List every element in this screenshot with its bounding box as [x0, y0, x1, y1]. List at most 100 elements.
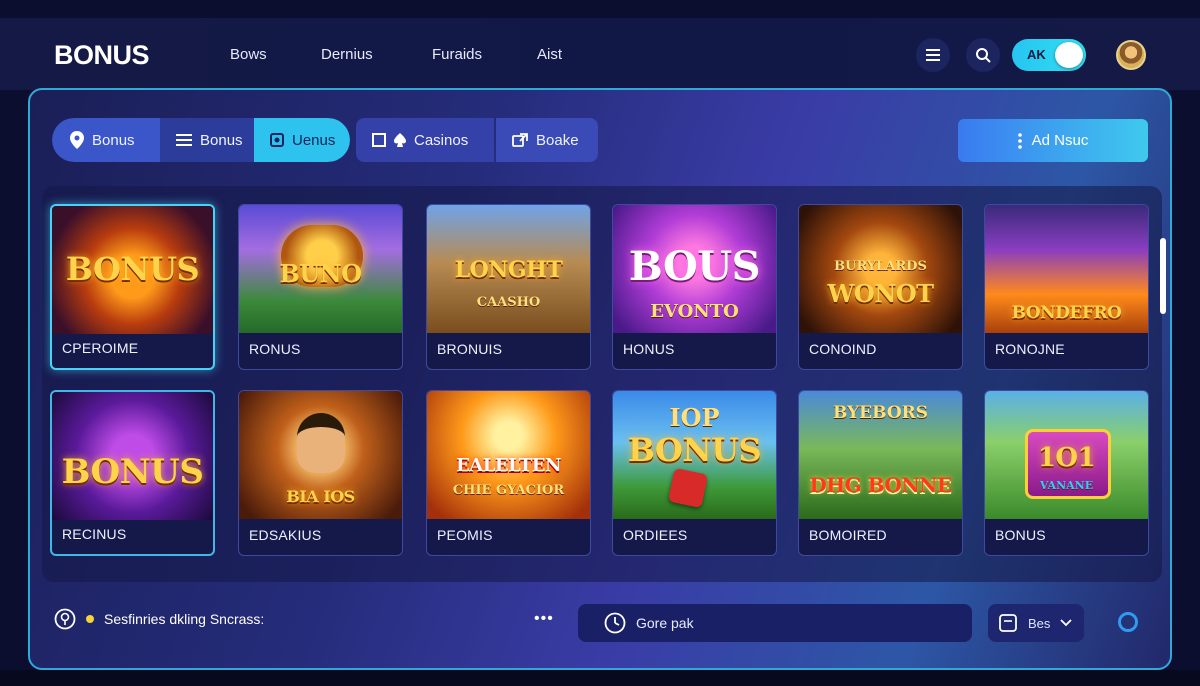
- location-pin-icon: [70, 131, 84, 149]
- status-ring-icon[interactable]: [1118, 612, 1138, 632]
- game-thumbnail-title: BIA IOS: [286, 487, 355, 506]
- external-link-icon: [512, 133, 528, 147]
- filter-pill-label: Bonus: [92, 131, 135, 149]
- filter-pill-label: Casinos: [414, 131, 469, 149]
- game-thumbnail: BONUS: [52, 392, 213, 520]
- game-card-label: RECINUS: [62, 526, 127, 542]
- game-thumbnail-title: BOUS: [628, 243, 761, 290]
- document-icon: [999, 614, 1017, 632]
- nav-link-aist[interactable]: Aist: [537, 46, 562, 63]
- game-thumbnail-title: BONUS: [627, 431, 762, 469]
- game-thumbnail-subtitle: VANANE: [1039, 479, 1094, 492]
- game-card-label: BRONUIS: [437, 341, 503, 357]
- game-card[interactable]: BONUS RECINUS: [50, 390, 215, 556]
- game-thumbnail: 1O1 VANANE: [985, 391, 1148, 519]
- game-card-label: BONUS: [995, 527, 1046, 543]
- game-thumbnail: EALELTEN CHIE GYACIOR: [427, 391, 590, 519]
- game-thumbnail: BIA IOS: [239, 391, 402, 519]
- game-card-label: CONOIND: [809, 341, 877, 357]
- chevron-down-icon: [1060, 619, 1073, 627]
- clock-icon: [604, 612, 626, 634]
- game-card[interactable]: BOUS EVONTO HONUS: [612, 204, 777, 370]
- nav-link-bows[interactable]: Bows: [230, 46, 267, 63]
- game-thumbnail-title: WONOT: [827, 279, 934, 308]
- game-thumbnail: BOUS EVONTO: [613, 205, 776, 333]
- filter-pill-boake[interactable]: Boake: [496, 118, 598, 162]
- status-bar: Sesfinries dkling Sncrass:: [54, 608, 264, 630]
- nav-link-dernius[interactable]: Dernius: [321, 46, 373, 63]
- filter-group-secondary: Casinos Boake: [356, 118, 598, 162]
- game-thumbnail: BONUS: [52, 206, 213, 334]
- game-card[interactable]: BYEBORS DHG BONNE BOMOIRED: [798, 390, 963, 556]
- character-portrait-shape: [297, 413, 345, 473]
- toggle-label: AK: [1027, 47, 1046, 62]
- game-card-label: CPEROIME: [62, 340, 139, 356]
- game-card-label: PEOMIS: [437, 527, 493, 543]
- game-card[interactable]: BIA IOS EDSAKIUS: [238, 390, 403, 556]
- image-icon: [270, 133, 284, 147]
- scrollbar-thumb[interactable]: [1160, 238, 1166, 314]
- checkbox-icon: [372, 133, 386, 147]
- filter-pill-casinos[interactable]: Casinos: [356, 118, 494, 162]
- filter-pill-label: Bonus: [200, 131, 243, 149]
- nav-link-furaids[interactable]: Furaids: [432, 46, 482, 63]
- game-thumbnail-subtitle: CHIE GYACIOR: [452, 483, 565, 498]
- game-thumbnail: LONGHT CAASHO: [427, 205, 590, 333]
- avatar[interactable]: [1116, 40, 1146, 70]
- game-thumbnail-subtitle: BYEBORS: [832, 403, 929, 423]
- game-card[interactable]: BONUS CPEROIME: [50, 204, 215, 370]
- filter-pill-label: Uenus: [292, 131, 336, 149]
- game-thumbnail-title: BUNO: [279, 259, 362, 288]
- filter-pill-bonus-location[interactable]: Bonus: [52, 118, 160, 162]
- game-thumbnail: BURYLARDS WONOT: [799, 205, 962, 333]
- game-thumbnail: BONDEFRO: [985, 205, 1148, 333]
- game-card-label: RONOJNE: [995, 341, 1065, 357]
- game-card[interactable]: EALELTEN CHIE GYACIOR PEOMIS: [426, 390, 591, 556]
- top-navigation-bar: BONUS Bows Dernius Furaids Aist AK: [0, 18, 1200, 90]
- menu-icon: [926, 49, 940, 61]
- sort-select[interactable]: Bes: [988, 604, 1084, 642]
- search-button[interactable]: [966, 38, 1000, 72]
- game-thumbnail-title: EALELTEN: [456, 455, 561, 476]
- game-card[interactable]: LONGHT CAASHO BRONUIS: [426, 204, 591, 370]
- main-panel: Bonus Bonus Uenus Casinos Boake Ad Nsuc …: [28, 88, 1172, 670]
- game-card[interactable]: 1O1 VANANE BONUS: [984, 390, 1149, 556]
- dice-shape: [667, 467, 709, 509]
- game-thumbnail-title: BONUS: [61, 452, 204, 492]
- pagination-dots[interactable]: •••: [534, 610, 554, 628]
- game-card[interactable]: BURYLARDS WONOT CONOIND: [798, 204, 963, 370]
- spade-icon: [394, 133, 406, 147]
- game-thumbnail: BYEBORS DHG BONNE: [799, 391, 962, 519]
- game-card-label: RONUS: [249, 341, 301, 357]
- filter-pill-uenus[interactable]: Uenus: [254, 118, 350, 162]
- filter-pill-label: Boake: [536, 131, 579, 149]
- search-input[interactable]: Gore pak: [578, 604, 972, 642]
- add-news-button[interactable]: Ad Nsuc: [958, 119, 1148, 162]
- filter-group-primary: Bonus Bonus Uenus: [52, 118, 350, 162]
- toggle-knob: [1055, 42, 1083, 68]
- game-card-label: HONUS: [623, 341, 675, 357]
- game-thumbnail-title: BONUS: [65, 250, 200, 288]
- filter-pill-bonus-list[interactable]: Bonus: [160, 118, 254, 162]
- game-thumbnail-subtitle: EVONTO: [650, 301, 739, 322]
- game-card-label: EDSAKIUS: [249, 527, 322, 543]
- game-card[interactable]: IOP BONUS ORDIEES: [612, 390, 777, 556]
- game-card[interactable]: BONDEFRO RONOJNE: [984, 204, 1149, 370]
- bulb-icon: [54, 608, 76, 630]
- game-thumbnail-subtitle: BURYLARDS: [834, 259, 927, 274]
- game-thumbnail: BUNO: [239, 205, 402, 333]
- game-card-label: BOMOIRED: [809, 527, 887, 543]
- game-thumbnail: IOP BONUS: [613, 391, 776, 519]
- bottom-strip: [0, 670, 1200, 686]
- account-toggle[interactable]: AK: [1012, 39, 1086, 71]
- list-icon: [176, 134, 192, 146]
- game-thumbnail-title: LONGHT: [454, 257, 563, 283]
- game-card[interactable]: BUNO RONUS: [238, 204, 403, 370]
- site-logo[interactable]: BONUS: [54, 40, 150, 71]
- menu-button[interactable]: [916, 38, 950, 72]
- more-vertical-icon: [1017, 132, 1022, 149]
- status-dot: [86, 615, 94, 623]
- sort-select-value: Bes: [1028, 615, 1051, 631]
- game-thumbnail-title: 1O1: [1037, 443, 1096, 473]
- search-input-value: Gore pak: [636, 615, 694, 631]
